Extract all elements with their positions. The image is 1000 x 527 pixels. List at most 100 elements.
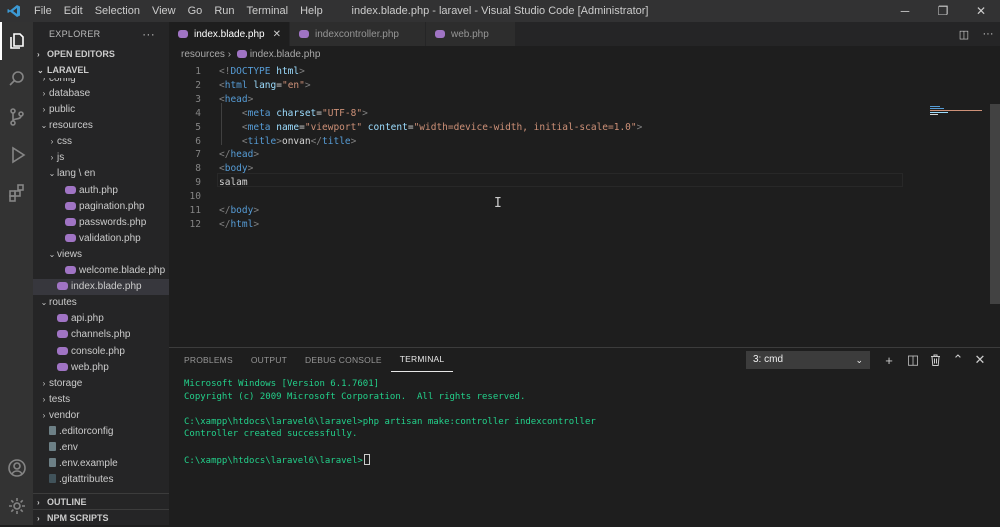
more-actions-icon[interactable]: ··· — [142, 22, 155, 46]
restore-icon[interactable]: ❐ — [924, 0, 962, 22]
terminal-select-dropdown[interactable]: 3: cmd ⌄ — [746, 351, 870, 369]
folder-item[interactable]: › css — [33, 134, 169, 150]
more-actions-icon[interactable]: ··· — [976, 22, 1000, 46]
folder-item[interactable]: › database — [33, 86, 169, 102]
code-token: > — [253, 218, 260, 230]
explorer-icon[interactable] — [0, 22, 33, 60]
php-file-icon — [65, 185, 76, 194]
config-file-gear-icon — [49, 425, 56, 435]
breadcrumb-file[interactable]: index.blade.php — [250, 49, 321, 60]
folder-item[interactable]: ⌄ resources — [33, 118, 169, 134]
menu-view[interactable]: View — [146, 0, 182, 22]
folder-item[interactable]: › tests — [33, 392, 169, 408]
minimize-icon[interactable]: ─ — [886, 0, 924, 22]
open-editors-section[interactable]: › OPEN EDITORS — [33, 46, 169, 62]
code-token: html — [230, 218, 254, 230]
folder-item[interactable]: › vendor — [33, 408, 169, 424]
file-item[interactable]: channels.php — [33, 327, 169, 343]
code-editor[interactable]: 1 <!DOCTYPE html> 2 <html lang="en"> 3 <head>… — [169, 63, 1000, 347]
terminal-text: C:\xampp\htdocs\laravel6\laravel> — [184, 455, 363, 466]
panel-tab-debug-console[interactable]: DEBUG CONSOLE — [296, 348, 391, 372]
account-icon[interactable] — [0, 449, 33, 487]
menu-help[interactable]: Help — [294, 0, 329, 22]
kill-terminal-trash-icon[interactable] — [923, 348, 947, 372]
php-file-icon — [299, 30, 310, 38]
tab-index-blade-php[interactable]: index.blade.php ✕ — [169, 22, 291, 46]
new-terminal-icon[interactable]: + — [877, 348, 901, 372]
chevron-down-icon: ⌄ — [48, 169, 56, 179]
chevron-right-icon: › — [50, 137, 54, 147]
folder-item[interactable]: ⌄ lang \ en — [33, 166, 169, 182]
outline-label: OUTLINE — [47, 497, 87, 507]
folder-item[interactable]: › config — [33, 78, 169, 86]
explorer-sidebar: EXPLORER ··· › OPEN EDITORS ⌄ LARAVEL › conf… — [33, 22, 169, 525]
file-item[interactable]: console.php — [33, 344, 169, 360]
folder-item[interactable]: › js — [33, 150, 169, 166]
menu-file[interactable]: File — [28, 0, 58, 22]
split-editor-icon[interactable]: ◫ — [952, 22, 976, 46]
tab-indexcontroller-php[interactable]: indexcontroller.php — [290, 22, 426, 46]
code-line: <body> — [219, 163, 253, 174]
php-file-icon — [57, 346, 68, 355]
terminal-output[interactable]: Microsoft Windows [Version 6.1.7601] Copy… — [169, 372, 1000, 467]
close-panel-icon[interactable]: ✕ — [968, 348, 992, 372]
file-item[interactable]: .gitattributes — [33, 472, 169, 488]
tree-item-label: database — [49, 88, 91, 99]
close-tab-icon[interactable]: ✕ — [273, 29, 281, 40]
tree-item-label: resources — [49, 120, 93, 132]
file-item[interactable]: passwords.php — [33, 215, 169, 231]
run-debug-icon[interactable] — [0, 136, 33, 174]
editor-scrollbar[interactable] — [990, 104, 1000, 304]
menu-edit[interactable]: Edit — [58, 0, 89, 22]
php-file-icon — [236, 50, 247, 58]
terminal-text: Microsoft Windows [Version 6.1.7601] — [184, 379, 380, 389]
menu-go[interactable]: Go — [182, 0, 209, 22]
code-token: > — [304, 79, 311, 91]
project-section[interactable]: ⌄ LARAVEL — [33, 62, 169, 78]
file-item[interactable]: .env.example — [33, 456, 169, 472]
code-line: <meta name="viewport" content="width=dev… — [219, 122, 642, 133]
menu-selection[interactable]: Selection — [89, 0, 146, 22]
outline-section[interactable]: › OUTLINE — [33, 493, 169, 509]
open-editors-label: OPEN EDITORS — [47, 49, 115, 59]
panel-tab-terminal[interactable]: TERMINAL — [390, 348, 454, 372]
npm-scripts-section[interactable]: › NPM SCRIPTS — [33, 509, 169, 525]
menu-terminal[interactable]: Terminal — [241, 0, 295, 22]
breadcrumb-folder[interactable]: resources — [181, 49, 225, 60]
file-item[interactable]: pagination.php — [33, 199, 169, 215]
folder-item[interactable]: ⌄ views — [33, 247, 169, 263]
code-token: html — [224, 79, 248, 91]
minimap[interactable] — [930, 105, 986, 117]
panel-tab-problems[interactable]: PROBLEMS — [175, 348, 242, 372]
close-window-icon[interactable]: ✕ — [962, 0, 1000, 22]
tree-item-label: views — [57, 248, 83, 260]
split-terminal-icon[interactable]: ◫ — [901, 348, 925, 372]
code-token: > — [247, 163, 254, 175]
file-item[interactable]: validation.php — [33, 231, 169, 247]
code-token: > — [253, 149, 260, 161]
file-item[interactable]: welcome.blade.php — [33, 263, 169, 279]
code-token: </ — [219, 218, 231, 230]
maximize-panel-chevron-up-icon[interactable]: ⌃ — [946, 348, 970, 372]
panel-tab-output[interactable]: OUTPUT — [242, 348, 296, 372]
tab-web-php[interactable]: web.php — [425, 22, 516, 46]
folder-item[interactable]: ⌄ routes — [33, 295, 169, 311]
extensions-icon[interactable] — [0, 174, 33, 212]
file-item[interactable]: web.php — [33, 360, 169, 376]
folder-item[interactable]: › public — [33, 102, 169, 118]
folder-item[interactable]: › storage — [33, 376, 169, 392]
menu-run[interactable]: Run — [208, 0, 240, 22]
file-item[interactable]: index.blade.php — [33, 279, 169, 296]
file-item[interactable]: .editorconfig — [33, 424, 169, 440]
file-item[interactable]: .env — [33, 440, 169, 456]
search-icon[interactable] — [0, 60, 33, 98]
source-control-icon[interactable] — [0, 98, 33, 136]
line-number: 5 — [195, 121, 201, 133]
code-line: <head> — [219, 94, 253, 105]
file-item[interactable]: api.php — [33, 311, 169, 327]
file-item[interactable]: auth.php — [33, 183, 169, 199]
line-number: 7 — [195, 149, 201, 161]
settings-gear-icon[interactable] — [0, 487, 33, 525]
